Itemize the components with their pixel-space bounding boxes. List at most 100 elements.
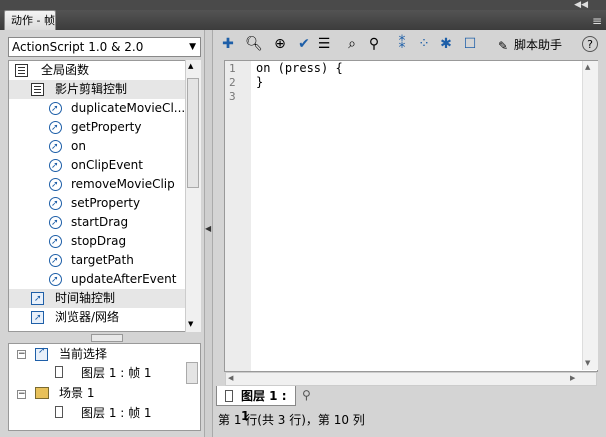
tree-item-action[interactable]: updateAfterEvent [49,270,177,290]
line-number: 2 [229,76,236,89]
tree-item-label: 影片剪辑控制 [55,82,128,96]
language-select-value: ActionScript 1.0 & 2.0 [12,40,144,54]
tree-item-action[interactable]: startDrag [49,213,129,233]
collapse-toggle-icon[interactable]: − [17,390,26,399]
status-bar: 第 1 行(共 3 行)，第 10 列 [218,413,365,427]
tree-item-movieclip-control[interactable]: 影片剪辑控制 [9,80,189,99]
code-hint-icon[interactable]: ⌕ [342,33,362,55]
tree-item-label: removeMovieClip [71,177,175,191]
action-icon [49,119,62,138]
category-icon [31,309,44,328]
script-editor[interactable] [224,60,598,372]
action-icon [49,214,62,233]
language-select[interactable]: ActionScript 1.0 & 2.0 ▼ [8,37,201,57]
pane-splitter[interactable] [91,334,123,342]
tree-item-action[interactable]: getProperty [49,118,142,138]
add-icon[interactable]: ✚ [218,33,238,55]
frame-icon [225,390,233,402]
tab-actions-frame[interactable]: 动作 - 帧 [4,10,56,30]
scroll-right-icon[interactable]: ▶ [570,374,575,382]
tree-item-action[interactable]: removeMovieClip [49,175,175,195]
book-icon [31,83,44,96]
tab-layer-frame[interactable]: 图层 1 : 1 [216,386,296,423]
editor-horizontal-scrollbar[interactable] [225,372,597,386]
tree-item-label: on [71,139,86,153]
editor-vertical-scrollbar[interactable] [582,61,598,370]
scroll-down-icon[interactable]: ▼ [188,320,193,328]
tree-item-label: 全局函数 [41,63,90,77]
tree-item-label: getProperty [71,120,142,134]
tree-item-action[interactable]: targetPath [49,251,134,271]
panel-divider[interactable] [204,30,213,437]
script-navigator: − 当前选择 图层 1 : 帧 1 − 场景 1 图层 1 : 帧 1 [8,343,201,431]
tree-item-label: onClipEvent [71,158,143,172]
tree-item-label: 时间轴控制 [55,291,116,305]
nav-item-layer-frame[interactable]: 图层 1 : 帧 1 [81,364,152,383]
tree-item-action[interactable]: stopDrag [49,232,127,252]
navigator-scrollbar-thumb[interactable] [186,362,198,384]
tree-item-label: targetPath [71,253,134,267]
tree-item-action[interactable]: setProperty [49,194,141,214]
panel-menu-icon[interactable]: ≡ [592,14,602,28]
tree-scrollbar-thumb[interactable] [187,78,199,188]
book-icon [15,64,28,77]
code-line[interactable]: } [256,75,263,89]
tree-item-action[interactable]: duplicateMovieCl... [49,99,186,119]
tree-item-label: setProperty [71,196,141,210]
collapse-icon[interactable]: ⁑ [392,33,412,55]
script-assist-button[interactable]: 脚本助手 [514,35,562,55]
pin-icon[interactable]: ⚲ [302,388,311,402]
tree-item-browser-network[interactable]: 浏览器/网络 [29,308,120,328]
collapse-toggle-icon[interactable]: − [17,350,26,359]
scroll-up-icon[interactable]: ▲ [188,62,193,70]
frame-icon [55,406,63,418]
code-line[interactable]: on (press) { [256,61,343,75]
nav-item-scene[interactable]: 场景 1 [59,384,94,403]
actions-tree: 全局函数 影片剪辑控制 duplicateMovieCl... getPrope… [8,60,201,332]
auto-format-icon[interactable]: ☰ [314,33,334,55]
action-icon [49,100,62,119]
help-button[interactable]: ? [582,36,598,52]
action-icon [49,233,62,252]
collapse-panel-icon[interactable]: ◀◀ [574,0,588,10]
nav-item-current-selection[interactable]: 当前选择 [59,345,107,364]
category-icon [31,290,44,309]
action-icon [49,138,62,157]
tree-item-label: 浏览器/网络 [55,310,120,324]
action-icon [49,176,62,195]
tree-item-action[interactable]: onClipEvent [49,156,143,176]
action-icon [49,195,62,214]
collapse-selection-icon[interactable]: ⁘ [414,33,434,55]
line-number: 1 [229,62,236,75]
wand-icon: ✎ [498,39,509,53]
tree-item-label: stopDrag [71,234,127,248]
line-number: 3 [229,90,236,103]
action-icon [49,252,62,271]
collapse-toolbox-icon[interactable]: ◀ [205,224,211,233]
scroll-left-icon[interactable]: ◀ [228,374,233,382]
tree-item-label: startDrag [71,215,129,229]
tree-item-timeline-control[interactable]: 时间轴控制 [9,289,185,309]
target-icon[interactable]: ⊕ [270,33,290,55]
scene-icon [35,387,49,399]
nav-item-layer-frame[interactable]: 图层 1 : 帧 1 [81,404,152,423]
tree-item-global-functions[interactable]: 全局函数 [15,61,200,80]
scroll-down-icon[interactable]: ▼ [585,359,590,367]
line-number-gutter [225,61,251,371]
find-icon[interactable]: 🔍︎ [244,33,264,55]
tree-item-action[interactable]: on [49,137,86,157]
action-icon [49,157,62,176]
editor-toolbar: ✚ 🔍︎ ⊕ ✔ ☰ ⌕ ⚲ ⁑ ⁘ ✱ ☐ ✎ 脚本助手 ? [214,33,606,57]
panel-top-strip [0,0,606,10]
frame-icon [55,366,63,378]
debug-icon[interactable]: ⚲ [364,33,384,55]
action-icon [49,271,62,290]
check-syntax-icon[interactable]: ✔ [294,33,314,55]
tree-item-label: duplicateMovieCl... [71,101,186,115]
tree-item-label: updateAfterEvent [71,272,177,286]
selection-icon [35,346,48,361]
comment-icon[interactable]: ☐ [460,33,480,55]
chevron-down-icon: ▼ [189,42,196,52]
scroll-up-icon[interactable]: ▲ [585,63,590,71]
expand-all-icon[interactable]: ✱ [436,33,456,55]
